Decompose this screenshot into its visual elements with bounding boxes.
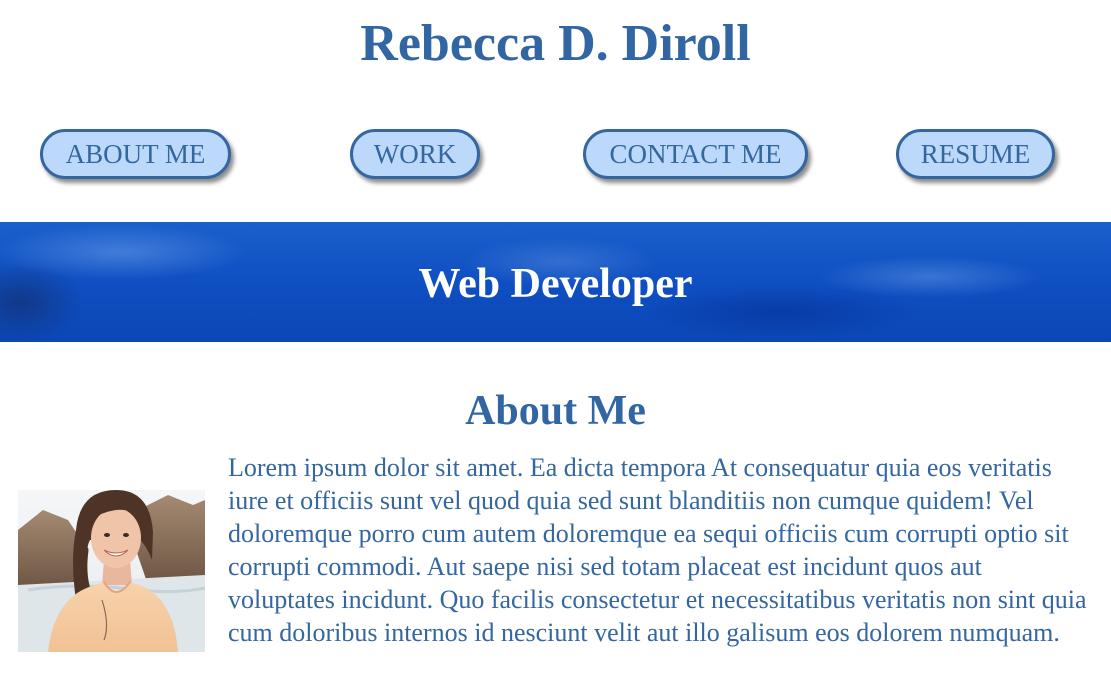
nav-about-me-button[interactable]: ABOUT ME <box>40 129 231 179</box>
banner-title: Web Developer <box>418 261 693 307</box>
profile-photo <box>18 490 205 652</box>
nav-contact-me-button[interactable]: CONTACT ME <box>583 129 808 179</box>
hero-banner: Web Developer <box>0 222 1111 342</box>
nav-work-button[interactable]: WORK <box>350 129 480 179</box>
about-me-heading: About Me <box>465 388 646 434</box>
site-title: Rebecca D. Diroll <box>360 15 751 72</box>
about-me-bio: Lorem ipsum dolor sit amet. Ea dicta tem… <box>228 453 1087 647</box>
main-nav: ABOUT ME WORK CONTACT ME RESUME <box>0 129 1111 183</box>
nav-resume-button[interactable]: RESUME <box>896 129 1055 179</box>
